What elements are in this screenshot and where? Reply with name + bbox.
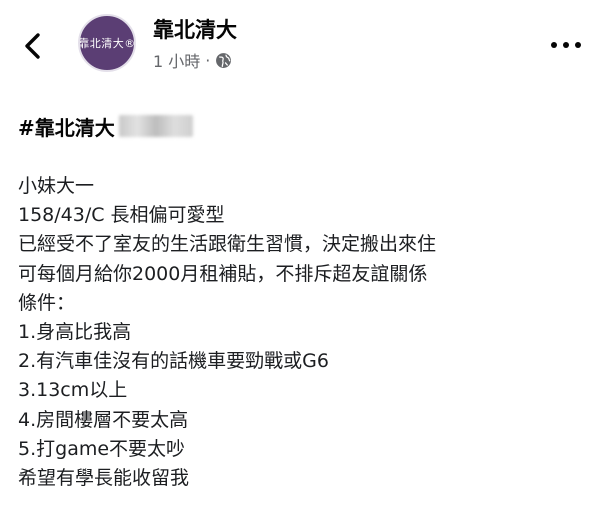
blurred-redaction (118, 115, 193, 137)
chevron-left-icon (25, 33, 40, 59)
more-horizontal-icon (551, 42, 581, 48)
back-button[interactable] (18, 26, 48, 66)
post-line: 希望有學長能收留我 (18, 467, 190, 490)
post-line: 4.房間樓層不要太高 (18, 408, 189, 431)
post-screen: 靠北清大® 靠北清大 1 小時 · #靠北清大 小妹大一 158/43/C 長相… (0, 0, 600, 516)
post-meta: 1 小時 · (153, 48, 232, 72)
post-line: 5.打game不要太吵 (18, 437, 186, 460)
meta-separator: · (205, 50, 211, 70)
avatar-label: 靠北清大® (78, 37, 136, 50)
post-timestamp[interactable]: 1 小時 (153, 48, 200, 72)
globe-icon (216, 52, 232, 68)
post-line: 2.有汽車佳沒有的話機車要勁戰或G6 (18, 350, 329, 373)
post-line: 1.身高比我高 (18, 321, 132, 344)
post-line: 3.13cm以上 (18, 379, 128, 402)
post-line: 小妹大一 (18, 175, 95, 197)
post-body: #靠北清大 小妹大一 158/43/C 長相偏可愛型 已經受不了室友的生活跟衛生… (18, 112, 588, 493)
post-line: 158/43/C 長相偏可愛型 (18, 204, 225, 227)
post-line: 可每個月給你2000月租補貼，不排斥超友誼關係 (18, 262, 428, 285)
page-name[interactable]: 靠北清大 (153, 14, 237, 44)
more-options-button[interactable] (546, 30, 586, 60)
post-text: 小妹大一 158/43/C 長相偏可愛型 已經受不了室友的生活跟衛生習慣，決定搬… (18, 172, 588, 493)
hashtag-row: #靠北清大 (18, 112, 588, 140)
hashtag-link[interactable]: #靠北清大 (18, 112, 115, 141)
post-line: 條件： (18, 291, 76, 314)
post-line: 已經受不了室友的生活跟衛生習慣，決定搬出來住 (18, 233, 437, 256)
avatar[interactable]: 靠北清大® (78, 14, 136, 72)
